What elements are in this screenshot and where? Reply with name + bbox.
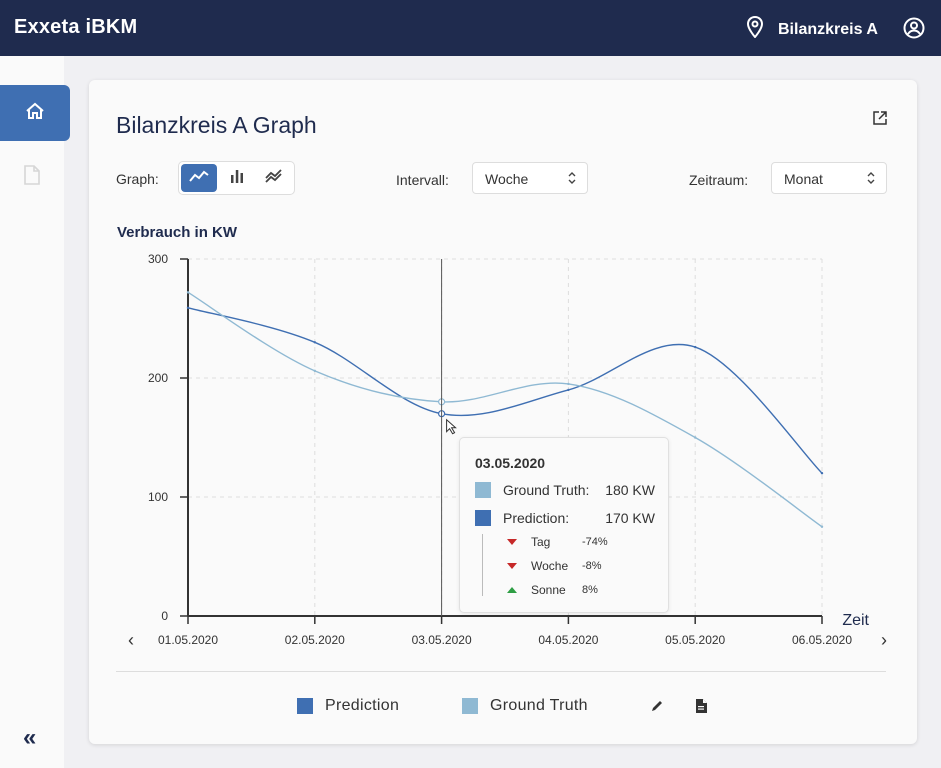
y-axis-label: Verbrauch in KW [117, 224, 238, 241]
chart-tooltip: 03.05.2020 Ground Truth: 180 KW Predicti… [459, 437, 669, 613]
app-title: Exxeta iBKM [14, 16, 138, 38]
double-chevron-left-icon[interactable]: « [23, 726, 36, 750]
tooltip-row-prediction: Prediction: 170 KW [475, 510, 655, 526]
change-value: -74% [582, 536, 608, 548]
ground-truth-swatch [475, 482, 491, 498]
tooltip-row-ground-truth: Ground Truth: 180 KW [475, 482, 655, 498]
tooltip-change-sun: Sonne 8% [507, 583, 617, 597]
divider [116, 671, 886, 672]
trend-up-icon [507, 587, 517, 593]
mouse-pointer-icon [446, 418, 457, 435]
data-point [567, 382, 570, 386]
tooltip-change-week: Woche -8% [507, 559, 617, 573]
trend-down-icon [507, 563, 517, 569]
data-point [694, 345, 697, 349]
tooltip-label: Ground Truth: [503, 482, 590, 498]
home-icon [25, 102, 45, 125]
tooltip-divider [482, 534, 483, 596]
x-tick-label: 02.05.2020 [285, 633, 345, 647]
graph-card: Bilanzkreis A Graph Graph: Intervall: Wo… [89, 80, 917, 744]
sidebar: « [0, 56, 70, 768]
file-icon[interactable] [695, 699, 707, 718]
legend-label: Ground Truth [490, 697, 588, 714]
x-tick-label: 06.05.2020 [792, 633, 852, 647]
legend-prediction[interactable]: Prediction [297, 697, 399, 715]
data-point [186, 291, 190, 294]
x-axis-label: Zeit [842, 612, 869, 629]
top-bar: Exxeta iBKM Bilanzkreis A [0, 0, 941, 56]
change-value: 8% [582, 584, 598, 596]
legend-ground-truth[interactable]: Ground Truth [462, 697, 588, 715]
tooltip-value: 170 KW [605, 510, 655, 526]
location-pin-icon [746, 15, 764, 43]
x-tick-label: 05.05.2020 [665, 633, 725, 647]
y-tick-label: 200 [148, 371, 168, 385]
data-point [820, 472, 824, 475]
data-point [820, 525, 824, 528]
tooltip-change-day: Tag -74% [507, 535, 617, 549]
x-tick-label: 03.05.2020 [412, 633, 472, 647]
data-point [186, 306, 190, 309]
trend-down-icon [507, 539, 517, 545]
y-tick-label: 0 [161, 609, 168, 623]
prev-period-button[interactable]: ‹ [128, 630, 134, 650]
change-label: Tag [531, 535, 551, 549]
data-point [313, 369, 316, 373]
location-name: Bilanzkreis A [778, 20, 878, 38]
tooltip-date: 03.05.2020 [475, 455, 546, 471]
document-icon [23, 165, 41, 189]
legend-label: Prediction [325, 697, 400, 714]
data-point [567, 388, 570, 392]
y-tick-label: 300 [148, 252, 168, 266]
sidebar-item-home[interactable] [0, 85, 70, 141]
tooltip-label: Prediction: [503, 510, 570, 526]
data-point [694, 436, 697, 439]
x-tick-label: 04.05.2020 [538, 633, 598, 647]
change-value: -8% [582, 560, 602, 572]
data-point [313, 341, 316, 344]
change-label: Sonne [531, 583, 566, 597]
pencil-icon[interactable] [650, 699, 664, 718]
location-selector[interactable]: Bilanzkreis A [746, 15, 878, 43]
tooltip-value: 180 KW [605, 482, 655, 498]
y-tick-label: 100 [148, 490, 168, 504]
change-label: Woche [531, 559, 569, 573]
legend-swatch-ground-truth [462, 698, 478, 714]
legend-swatch-prediction [297, 698, 313, 714]
prediction-swatch [475, 510, 491, 526]
sidebar-item-documents[interactable] [23, 165, 41, 190]
next-period-button[interactable]: › [881, 630, 887, 650]
x-tick-label: 01.05.2020 [158, 633, 218, 647]
user-circle-icon[interactable] [903, 17, 925, 44]
